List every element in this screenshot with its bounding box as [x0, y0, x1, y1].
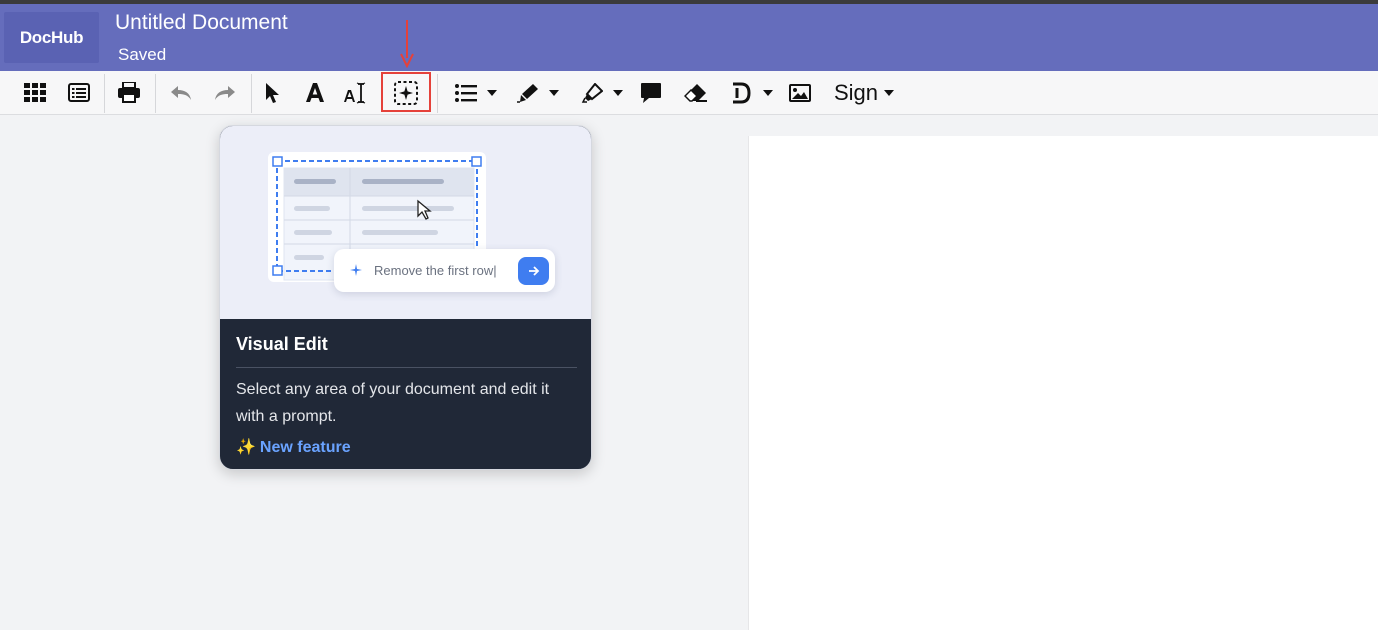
chevron-down-icon: [487, 89, 497, 96]
comment-tool-button[interactable]: [636, 71, 666, 114]
pen-icon: [517, 83, 538, 103]
feature-illustration: Remove the first row|: [220, 126, 591, 319]
list-tool-button[interactable]: [448, 71, 504, 114]
printer-icon: [118, 82, 140, 103]
text-icon: [306, 82, 324, 102]
text-cursor-icon: [344, 81, 366, 104]
sparkles-icon: ✨: [236, 439, 256, 456]
bullet-list-icon: [455, 83, 477, 102]
select-tool-button[interactable]: [258, 71, 288, 114]
redact-tool-button[interactable]: [726, 71, 778, 114]
save-status: Saved: [118, 45, 167, 64]
document-page[interactable]: [748, 136, 1378, 630]
redact-icon: [733, 82, 751, 103]
apps-grid-button[interactable]: [18, 71, 52, 114]
redo-icon: [215, 85, 235, 100]
annotation-highlight-box: [381, 72, 431, 112]
undo-button[interactable]: [164, 71, 198, 114]
toolbar: Sign: [0, 71, 1378, 115]
eraser-icon: [684, 83, 707, 102]
text-cursor-tool-button[interactable]: [340, 71, 374, 114]
new-feature-badge: ✨ New feature: [236, 437, 351, 457]
print-button[interactable]: [112, 71, 146, 114]
highlighter-icon: [581, 82, 603, 103]
undo-icon: [171, 85, 191, 100]
chevron-down-icon: [884, 89, 895, 96]
app-header: DocHub Untitled Document Saved: [0, 4, 1378, 71]
tooltip-divider: [236, 367, 577, 368]
chevron-down-icon: [613, 89, 623, 96]
page-list-button[interactable]: [62, 71, 96, 114]
image-icon: [789, 83, 811, 102]
eraser-tool-button[interactable]: [680, 71, 712, 114]
dochub-logo[interactable]: DocHub: [4, 12, 99, 63]
new-feature-label: New feature: [259, 439, 351, 456]
prompt-submit-button: [518, 257, 549, 285]
image-tool-button[interactable]: [786, 71, 814, 114]
chevron-down-icon: [549, 89, 559, 96]
redo-button[interactable]: [208, 71, 242, 114]
comment-icon: [641, 82, 661, 103]
text-tool-button[interactable]: [299, 71, 331, 114]
pen-tool-button[interactable]: [512, 71, 564, 114]
sign-dropdown-button[interactable]: Sign: [828, 71, 900, 114]
grid-icon: [24, 82, 46, 102]
annotation-arrow-icon: [400, 20, 414, 68]
arrow-right-icon: [528, 266, 539, 276]
highlighter-tool-button[interactable]: [576, 71, 628, 114]
list-icon: [68, 83, 90, 102]
chevron-down-icon: [763, 89, 773, 96]
prompt-text: Remove the first row|: [374, 263, 497, 278]
visual-edit-tooltip: Remove the first row| Visual Edit Select…: [219, 125, 592, 470]
prompt-input: Remove the first row|: [334, 249, 555, 292]
sign-label: Sign: [833, 79, 879, 105]
tooltip-title: Visual Edit: [236, 334, 328, 354]
tooltip-description: Select any area of your document and edi…: [236, 381, 550, 425]
sparkle-icon: [350, 264, 362, 276]
cursor-icon: [266, 82, 279, 103]
document-title[interactable]: Untitled Document: [115, 11, 288, 35]
